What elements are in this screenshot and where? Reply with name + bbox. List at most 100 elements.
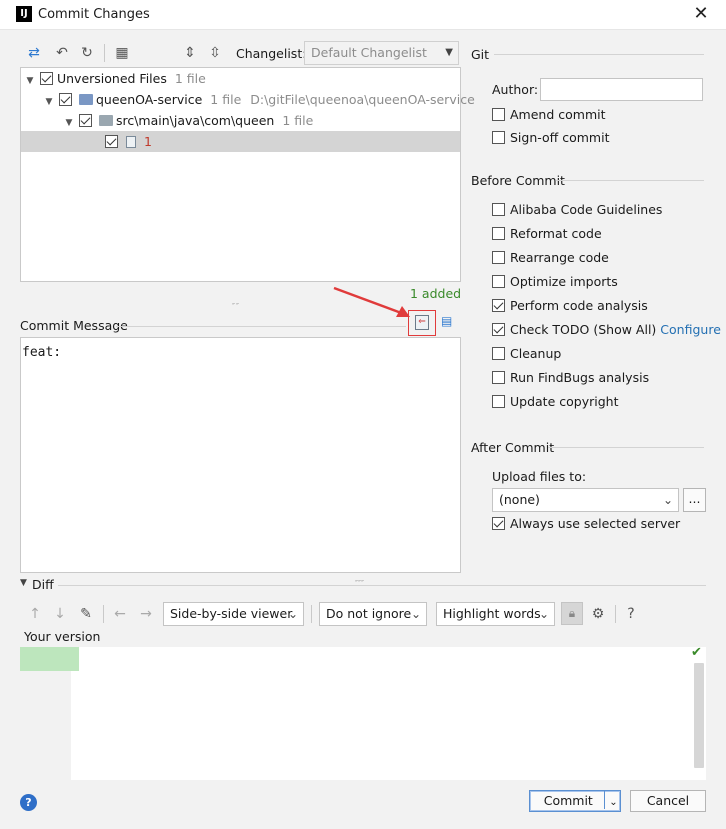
- chevron-down-icon: ⌄: [538, 607, 549, 621]
- before-commit-option[interactable]: Check TODO (Show All) Configure: [492, 320, 721, 340]
- tree-row-label: 1: [143, 134, 152, 149]
- message-history-icon[interactable]: ▤: [441, 314, 457, 330]
- tree-row-file[interactable]: 1: [21, 131, 460, 152]
- gear-icon[interactable]: ⚙: [588, 604, 608, 624]
- option-label: Run FindBugs analysis: [510, 370, 650, 385]
- tree-row-unversioned[interactable]: ▼ Unversioned Files 1 file: [21, 68, 460, 89]
- changelist-value: Default Changelist: [311, 45, 427, 60]
- checkbox[interactable]: [492, 227, 505, 240]
- arrow-down-icon[interactable]: ↓: [50, 604, 70, 624]
- option-label: Optimize imports: [510, 274, 618, 289]
- toolbar-separator: [311, 605, 312, 623]
- divider: [556, 180, 704, 181]
- highlight-select[interactable]: Highlight words ⌄: [436, 602, 555, 626]
- chevron-down-icon: ▼: [445, 47, 453, 58]
- author-input[interactable]: [540, 78, 703, 101]
- upload-select[interactable]: (none) ⌄: [492, 488, 679, 512]
- option-label: Perform code analysis: [510, 298, 648, 313]
- option-label: Sign-off commit: [510, 130, 610, 145]
- arrow-left-icon[interactable]: ←: [110, 604, 130, 624]
- toolbar-separator: [103, 605, 104, 623]
- refresh-icon[interactable]: ↻: [77, 43, 97, 63]
- tree-row-label: Unversioned Files: [56, 71, 167, 86]
- checkbox[interactable]: [492, 131, 505, 144]
- tree-row-label: queenOA-service: [95, 92, 203, 107]
- commit-message-input[interactable]: feat:: [20, 337, 461, 573]
- tree-row-label: src\main\java\com\queen: [115, 113, 275, 128]
- splitter-grip[interactable]: ″″: [232, 302, 240, 311]
- collapse-all-icon[interactable]: ⇳: [205, 43, 225, 63]
- tree-checkbox[interactable]: [39, 72, 53, 85]
- expand-all-icon[interactable]: ⇕: [180, 43, 200, 63]
- configure-link[interactable]: Configure: [660, 322, 721, 337]
- option-label: Check TODO (Show All): [510, 322, 657, 337]
- tree-row-module[interactable]: ▼ queenOA-service 1 file D:\gitFile\quee…: [21, 89, 475, 110]
- commit-message-label: Commit Message: [20, 318, 128, 333]
- option-label: Alibaba Code Guidelines: [510, 202, 663, 217]
- lock-icon[interactable]: 🔒︎: [561, 602, 583, 625]
- help-icon[interactable]: ?: [621, 604, 641, 624]
- rollback-icon[interactable]: ↶: [52, 43, 72, 63]
- arrow-right-icon[interactable]: →: [136, 604, 156, 624]
- signoff-commit-option[interactable]: Sign-off commit: [492, 128, 610, 148]
- tree-row-path: D:\gitFile\queenoa\queenOA-service: [250, 92, 475, 107]
- commit-template-icon[interactable]: ⇐: [415, 315, 429, 330]
- tree-row-meta: 1 file: [282, 113, 314, 128]
- added-count: 1 added: [410, 286, 462, 301]
- before-commit-option[interactable]: Update copyright: [492, 392, 618, 412]
- ignore-select[interactable]: Do not ignore ⌄: [319, 602, 427, 626]
- before-commit-option[interactable]: Cleanup: [492, 344, 561, 364]
- vertical-scrollbar[interactable]: [694, 663, 704, 768]
- checkbox[interactable]: [492, 323, 505, 336]
- file-icon: [125, 136, 136, 148]
- checkbox[interactable]: [492, 108, 505, 121]
- before-commit-option[interactable]: Run FindBugs analysis: [492, 368, 649, 388]
- checkmark-icon: ✔: [691, 645, 702, 660]
- viewer-select[interactable]: Side-by-side viewer ⌄: [163, 602, 304, 626]
- edit-icon[interactable]: ✎: [76, 604, 96, 624]
- checkbox[interactable]: [492, 299, 505, 312]
- help-button[interactable]: ?: [20, 794, 37, 811]
- tree-checkbox[interactable]: [104, 135, 118, 148]
- divider: [494, 54, 704, 55]
- group-by-icon[interactable]: ▦: [112, 43, 132, 63]
- checkbox[interactable]: [492, 371, 505, 384]
- before-commit-option[interactable]: Optimize imports: [492, 272, 618, 292]
- before-commit-option[interactable]: Perform code analysis: [492, 296, 648, 316]
- amend-commit-option[interactable]: Amend commit: [492, 105, 606, 125]
- tree-row-package[interactable]: ▼ src\main\java\com\queen 1 file: [21, 110, 460, 131]
- checkbox[interactable]: [492, 517, 505, 530]
- before-commit-option[interactable]: Alibaba Code Guidelines: [492, 200, 662, 220]
- before-commit-option[interactable]: Rearrange code: [492, 248, 609, 268]
- arrow-up-icon[interactable]: ↑: [25, 604, 45, 624]
- move-diff-icon[interactable]: ⇄: [24, 43, 44, 63]
- chevron-down-icon[interactable]: ⌄: [609, 797, 617, 808]
- checkbox[interactable]: [492, 251, 505, 264]
- checkbox[interactable]: [492, 203, 505, 216]
- changelist-label: Changelist:: [236, 46, 307, 61]
- divider: [116, 326, 406, 327]
- checkbox[interactable]: [492, 347, 505, 360]
- upload-label: Upload files to:: [492, 469, 587, 484]
- before-commit-header: Before Commit: [471, 173, 565, 188]
- git-header: Git: [471, 47, 490, 62]
- collapse-triangle-icon[interactable]: ▼: [20, 578, 27, 588]
- browse-button[interactable]: ...: [683, 488, 706, 512]
- tree-checkbox[interactable]: [78, 114, 92, 127]
- tree-checkbox[interactable]: [58, 93, 72, 106]
- checkbox[interactable]: [492, 275, 505, 288]
- close-icon[interactable]: ✕: [690, 3, 712, 25]
- toolbar-separator: [615, 605, 616, 623]
- upload-value: (none): [499, 492, 540, 507]
- chevron-down-icon: ⌄: [662, 493, 673, 507]
- changelist-select[interactable]: Default Changelist ▼: [304, 41, 459, 65]
- commit-button[interactable]: Commit ⌄: [529, 790, 621, 812]
- checkbox[interactable]: [492, 395, 505, 408]
- always-use-option[interactable]: Always use selected server: [492, 514, 680, 534]
- option-label: Rearrange code: [510, 250, 609, 265]
- changes-tree[interactable]: ▼ Unversioned Files 1 file ▼ queenOA-ser…: [20, 67, 475, 282]
- before-commit-option[interactable]: Reformat code: [492, 224, 602, 244]
- cancel-button[interactable]: Cancel: [630, 790, 706, 812]
- diff-editor[interactable]: [20, 647, 706, 780]
- splitter-grip[interactable]: ″″″: [355, 579, 364, 588]
